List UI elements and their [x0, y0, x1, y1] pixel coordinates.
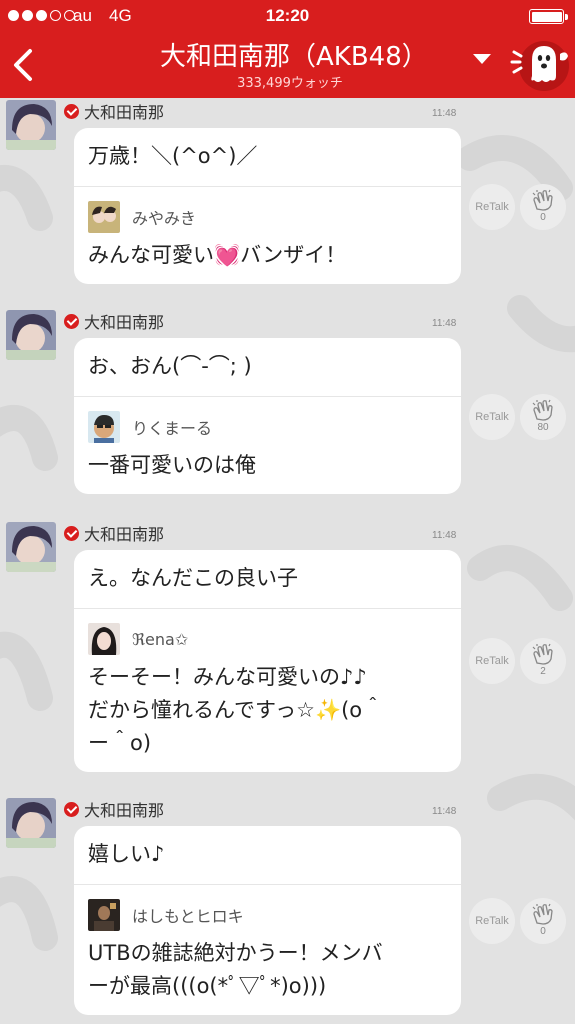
reply-text: そーそー！みんな可愛いの♪♪ だから憧れるんですっ☆✨(o＾ ー＾o) — [88, 665, 384, 755]
author-avatar[interactable] — [6, 798, 56, 848]
author-row: 大和田南那 — [64, 522, 164, 544]
clap-button[interactable]: 2 — [520, 638, 566, 684]
verified-check-icon — [64, 801, 79, 817]
author-name[interactable]: 大和田南那 — [84, 521, 164, 545]
fan-reply[interactable]: はしもとヒロキ UTBの雑誌絶対かうー！メンバ ーが最高(((o(*ﾟ▽ﾟ*)o… — [74, 884, 461, 1015]
message-text: 万歳！＼(^o^)／ — [88, 144, 258, 168]
reply-avatar[interactable] — [88, 899, 120, 931]
clap-button[interactable]: 80 — [520, 394, 566, 440]
fan-reply[interactable]: みやみき みんな可愛い💓バンザイ！ — [74, 186, 461, 284]
talk-feed[interactable]: 大和田南那 11:48 万歳！＼(^o^)／ みやみき みんな可愛い💓バンザイ！… — [0, 98, 575, 1024]
retalk-button[interactable]: ReTalk — [469, 394, 515, 440]
clap-icon — [532, 189, 553, 211]
retalk-button[interactable]: ReTalk — [469, 898, 515, 944]
author-name[interactable]: 大和田南那 — [84, 797, 164, 821]
caret-down-icon — [473, 54, 491, 64]
mascot-icon[interactable] — [510, 40, 570, 94]
reply-text: 一番可愛いのは俺 — [88, 453, 256, 477]
chevron-left-icon — [14, 49, 32, 81]
nav-bar: 大和田南那（AKB48） 333,499ウォッチ — [0, 32, 575, 98]
verified-check-icon — [64, 525, 79, 541]
author-avatar[interactable] — [6, 310, 56, 360]
clap-count: 80 — [537, 422, 549, 433]
clap-button[interactable]: 0 — [520, 184, 566, 230]
verified-check-icon — [64, 313, 79, 329]
verified-check-icon — [64, 103, 79, 119]
post-time: 11:48 — [432, 806, 457, 817]
status-bar: au 4G 12:20 — [0, 0, 575, 32]
clap-icon — [532, 903, 553, 925]
clap-icon — [532, 399, 553, 421]
retalk-button[interactable]: ReTalk — [469, 184, 515, 230]
page-title: 大和田南那（AKB48） — [160, 42, 420, 72]
watch-count: 333,499ウォッチ — [237, 76, 343, 91]
reply-user-name[interactable]: ℜena✩ — [132, 630, 188, 649]
author-avatar[interactable] — [6, 522, 56, 572]
back-button[interactable] — [10, 47, 36, 83]
author-name[interactable]: 大和田南那 — [84, 99, 164, 123]
message-bubble[interactable]: 万歳！＼(^o^)／ みやみき みんな可愛い💓バンザイ！ — [74, 128, 461, 284]
post-time: 11:48 — [432, 530, 457, 541]
reply-text: みんな可愛い💓バンザイ！ — [88, 243, 347, 267]
heart-icon: 💓 — [214, 243, 241, 267]
clap-icon — [532, 643, 553, 665]
battery-icon — [529, 9, 568, 24]
sparkles-icon: ✨ — [314, 698, 342, 722]
reply-user-name[interactable]: はしもとヒロキ — [132, 903, 244, 927]
author-row: 大和田南那 — [64, 310, 164, 332]
title-container: 大和田南那（AKB48） — [160, 36, 420, 73]
reply-avatar[interactable] — [88, 201, 120, 233]
message-text: え。なんだこの良い子 — [88, 566, 298, 590]
author-name[interactable]: 大和田南那 — [84, 309, 164, 333]
author-row: 大和田南那 — [64, 798, 164, 820]
status-time: 12:20 — [265, 6, 310, 25]
clap-button[interactable]: 0 — [520, 898, 566, 944]
post-time: 11:48 — [432, 108, 457, 119]
clap-count: 2 — [540, 666, 546, 677]
clap-count: 0 — [540, 212, 546, 223]
message-bubble[interactable]: え。なんだこの良い子 ℜena✩ そーそー！みんな可愛いの♪♪ だから憧れるんで… — [74, 550, 461, 772]
message-bubble[interactable]: 嬉しい♪ はしもとヒロキ UTBの雑誌絶対かうー！メンバ ーが最高(((o(*ﾟ… — [74, 826, 461, 1015]
fan-reply[interactable]: りくまーる 一番可愛いのは俺 — [74, 396, 461, 494]
retalk-button[interactable]: ReTalk — [469, 638, 515, 684]
author-row: 大和田南那 — [64, 100, 164, 122]
clap-count: 0 — [540, 926, 546, 937]
message-bubble[interactable]: お、おん(⌒-⌒; ) りくまーる 一番可愛いのは俺 — [74, 338, 461, 494]
fan-reply[interactable]: ℜena✩ そーそー！みんな可愛いの♪♪ だから憧れるんですっ☆✨(o＾ ー＾o… — [74, 608, 461, 772]
message-text: お、おん(⌒-⌒; ) — [88, 354, 252, 378]
reply-text: UTBの雑誌絶対かうー！メンバ ーが最高(((o(*ﾟ▽ﾟ*)o))) — [88, 941, 383, 998]
dropdown-button[interactable] — [472, 50, 492, 64]
reply-user-name[interactable]: みやみき — [132, 205, 196, 229]
reply-avatar[interactable] — [88, 623, 120, 655]
post-time: 11:48 — [432, 318, 457, 329]
message-text: 嬉しい♪ — [88, 842, 165, 866]
reply-avatar[interactable] — [88, 411, 120, 443]
reply-user-name[interactable]: りくまーる — [132, 415, 212, 439]
author-avatar[interactable] — [6, 100, 56, 150]
